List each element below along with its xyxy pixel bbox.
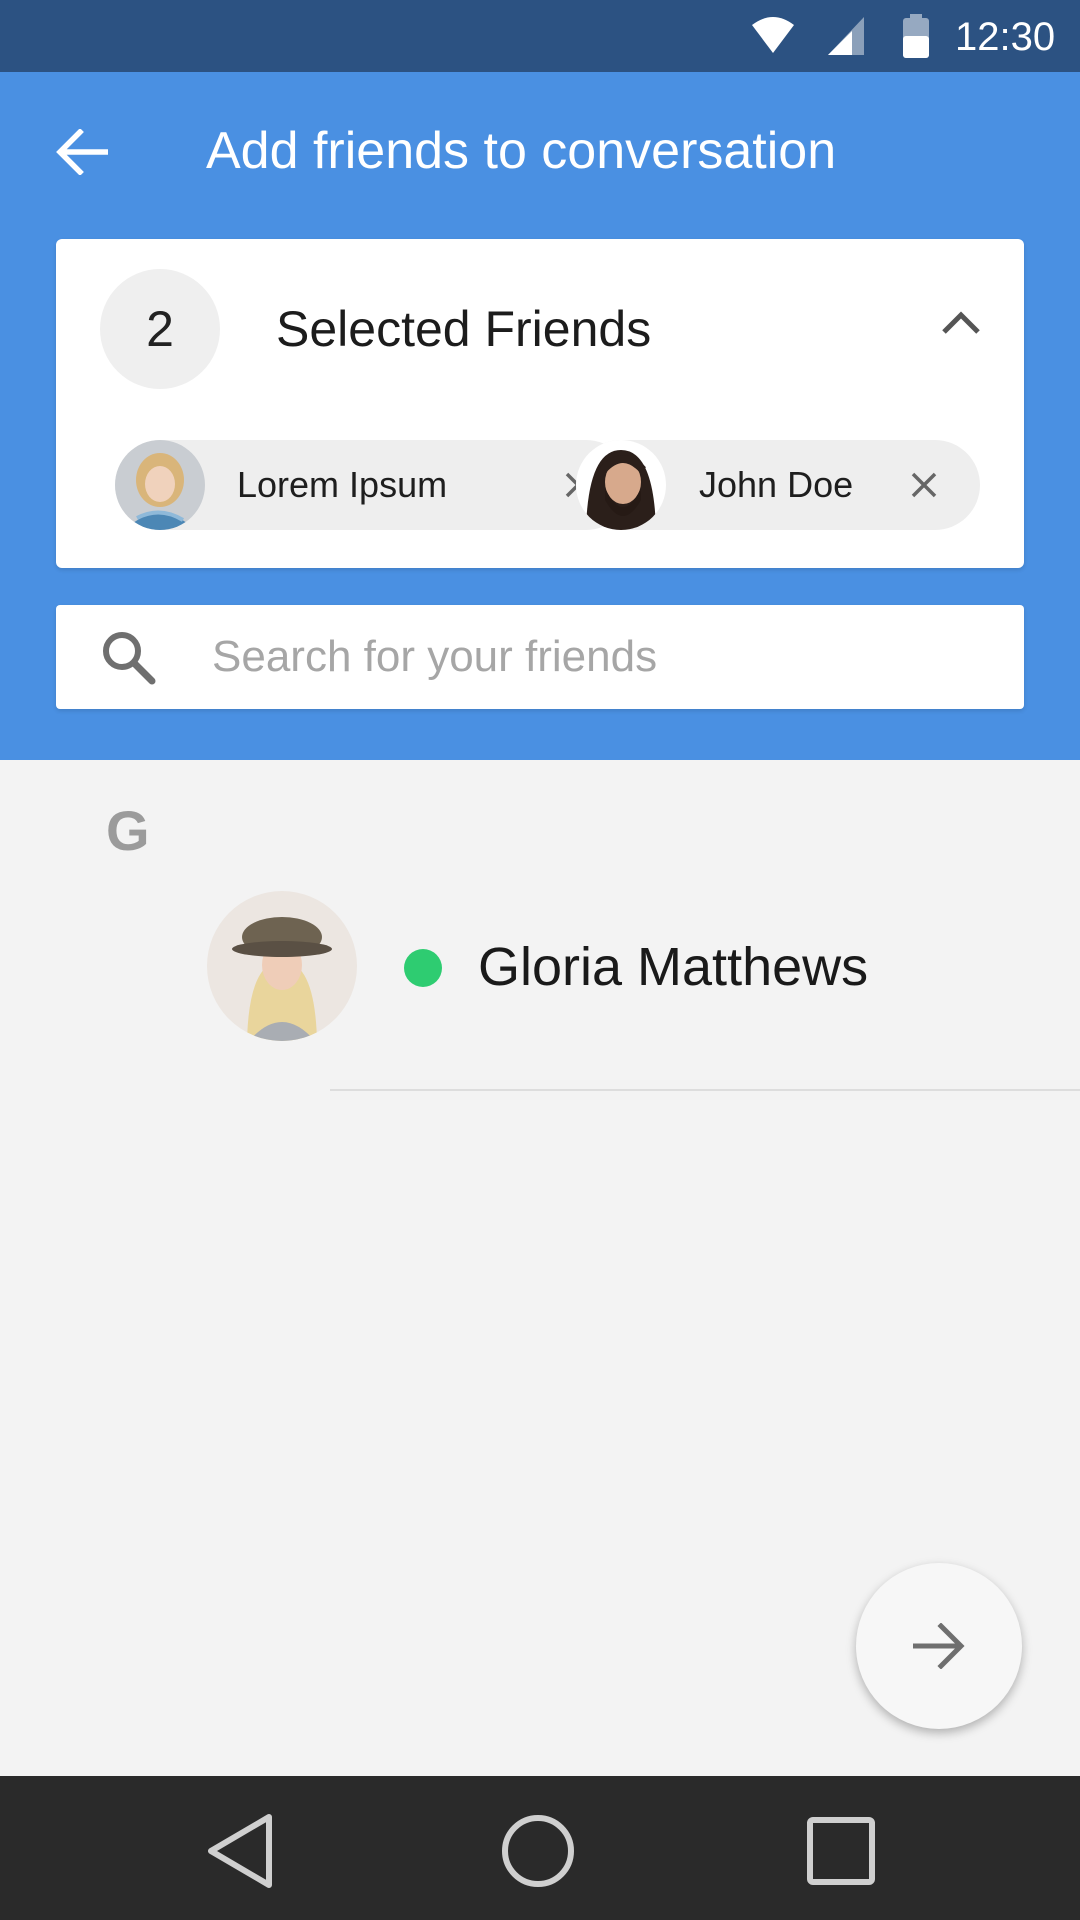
next-button[interactable] <box>856 1563 1022 1729</box>
close-icon <box>911 472 937 498</box>
remove-chip-button[interactable] <box>899 460 949 510</box>
selected-chip: Lorem Ipsum <box>115 440 631 530</box>
chip-label: John Doe <box>699 464 854 505</box>
selected-friends-card: 2 Selected Friends Lorem Ipsum John Doe <box>56 239 1024 568</box>
section-header-g: G <box>106 799 150 862</box>
selected-chip: John Doe <box>576 440 980 530</box>
avatar <box>115 440 205 530</box>
list-item[interactable]: Gloria Matthews <box>0 872 1080 1091</box>
page-title: Add friends to conversation <box>206 122 837 180</box>
friend-name: Gloria Matthews <box>478 937 869 997</box>
divider <box>330 1089 1080 1091</box>
nav-home-button[interactable] <box>493 1806 583 1896</box>
back-triangle-icon <box>208 1814 272 1888</box>
chevron-up-icon <box>942 311 980 334</box>
nav-recents-button[interactable] <box>796 1806 886 1896</box>
search-bar <box>56 605 1024 709</box>
back-button[interactable] <box>42 102 122 202</box>
home-circle-icon <box>502 1815 574 1887</box>
status-bar: 12:30 <box>0 0 1080 72</box>
wifi-icon <box>752 17 794 53</box>
selected-friends-title: Selected Friends <box>276 301 652 357</box>
recents-square-icon <box>807 1817 875 1885</box>
avatar <box>207 891 357 1041</box>
arrow-left-icon <box>56 129 108 175</box>
nav-back-button[interactable] <box>195 1806 285 1896</box>
clock: 12:30 <box>955 15 1056 59</box>
collapse-button[interactable] <box>926 287 996 357</box>
arrow-right-icon <box>913 1623 965 1669</box>
system-navigation-bar <box>0 1776 1080 1920</box>
search-input[interactable] <box>212 625 992 689</box>
cellular-signal-icon <box>828 17 864 55</box>
avatar <box>576 440 666 530</box>
selected-count-badge: 2 <box>100 269 220 389</box>
search-icon <box>103 632 156 685</box>
battery-icon <box>903 14 929 58</box>
chip-label: Lorem Ipsum <box>237 464 448 505</box>
online-status-indicator <box>404 949 442 987</box>
